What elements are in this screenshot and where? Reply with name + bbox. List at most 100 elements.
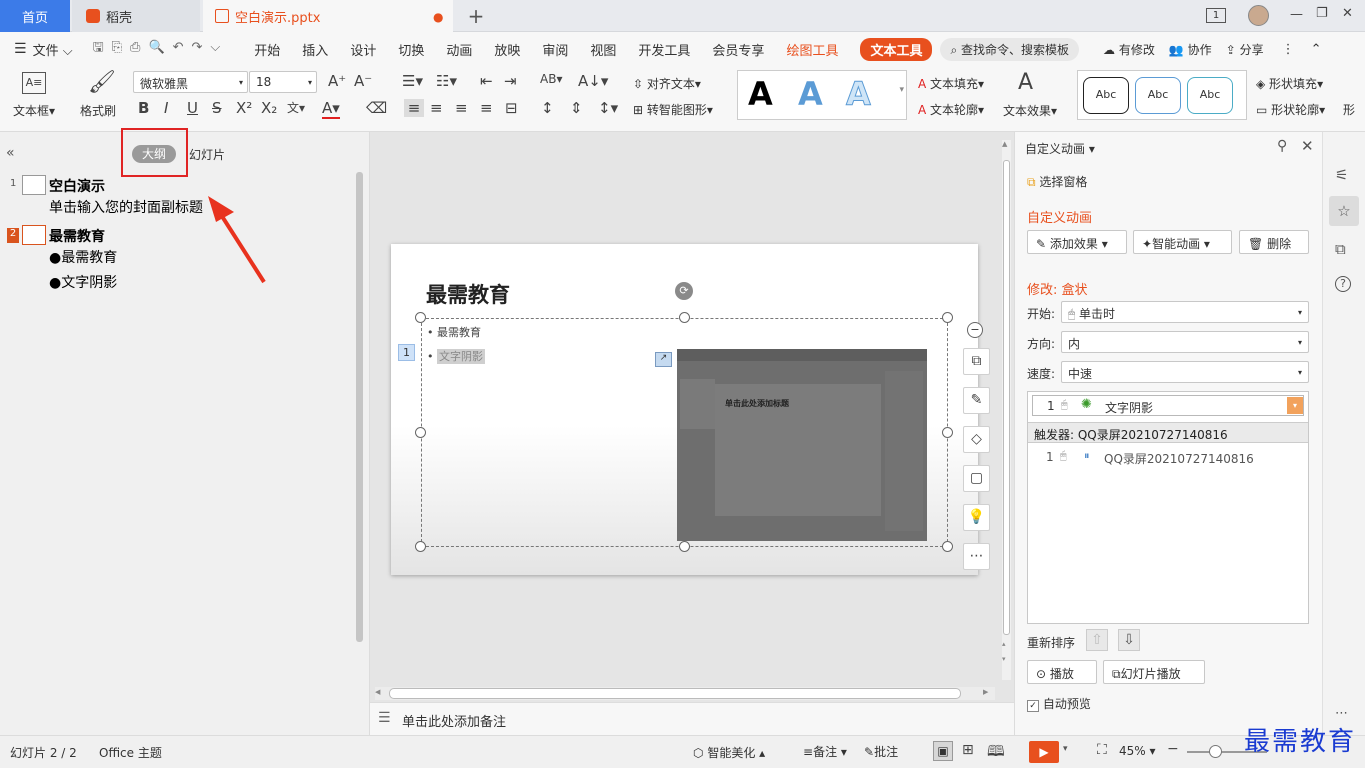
font-family-select[interactable]: 微软雅黑 ▾ [133,71,248,93]
user-avatar[interactable] [1248,5,1269,26]
zoom-level[interactable]: 45% ▾ [1119,744,1156,758]
rotate-handle-icon[interactable]: ⟳ [675,282,693,300]
edit-status[interactable]: ☁ 有修改 [1103,41,1155,58]
smart-beautify-button[interactable]: ⬡ 智能美化 ▴ [693,744,765,761]
item-dropdown-icon[interactable]: ▾ [1287,397,1303,414]
outline-item-2[interactable]: 2 最需教育 ●最需教育 ●文字阴影 [0,224,350,294]
shape-style-3[interactable]: Abc [1187,77,1233,114]
animation-star-icon[interactable]: ☆ [1329,196,1359,226]
animation-list[interactable]: 1 🖱 ✺ 文字阴影 ▾ 触发器: QQ录屏20210727140816 1 🖱… [1027,391,1309,624]
menu-drawing-tools[interactable]: 绘图工具 [786,40,838,59]
text-outline-button[interactable]: A 文本轮廓▾ [918,101,984,118]
wordart-style-black[interactable]: A [748,75,773,113]
delete-button[interactable]: 🗑 删除 [1239,230,1309,254]
resize-handle[interactable] [942,312,953,323]
spacing-dropdown-icon[interactable]: ↕▾ [598,99,618,117]
quick-access-icons[interactable]: 🖫⎘⎙🔍↶↷⌵ [93,38,229,60]
collab-button[interactable]: 👥 协作 [1169,41,1212,58]
menu-developer[interactable]: 开发工具 [638,40,690,59]
layers-icon[interactable]: ⧉ [963,348,990,375]
shape-outline-button[interactable]: ▭ 形状轮廓▾ [1256,101,1325,118]
restore-button[interactable]: ❐ [1316,6,1328,21]
animation-list-item[interactable]: 1 🖱 ✺ 文字阴影 ▾ [1032,395,1304,416]
bullet-list-icon[interactable]: ☰▾ [402,72,423,90]
italic-icon[interactable]: I [164,99,168,117]
shape-style-gallery[interactable]: Abc Abc Abc [1077,70,1247,120]
slideshow-button[interactable]: ⧉幻灯片播放 [1103,660,1205,684]
format-painter-label[interactable]: 格式刷 [80,102,116,119]
share-button[interactable]: ⇪ 分享 [1226,41,1264,58]
resize-handle[interactable] [415,312,426,323]
decrease-indent-icon[interactable]: ⇤ [480,72,493,90]
shape-style-2[interactable]: Abc [1135,77,1181,114]
resize-handle[interactable] [415,427,426,438]
menu-transition[interactable]: 切换 [398,40,424,59]
content-placeholder[interactable]: • 最需教育 • 文字阴影 单击此处添加标题 ↗ [421,318,948,547]
menu-slideshow[interactable]: 放映 [494,40,520,59]
horizontal-scrollbar[interactable]: ◀ ▶ [375,687,995,700]
smart-animation-button[interactable]: ✦智能动画 ▾ [1133,230,1232,254]
distribute-icon[interactable]: ⊟ [505,99,518,117]
superscript-icon[interactable]: X² [236,99,252,117]
scroll-next-icon[interactable]: ▾ [1002,655,1006,663]
hyperlink-icon[interactable]: ↗ [655,352,672,367]
tab-daoke[interactable]: 稻壳 [72,0,200,32]
menu-start[interactable]: 开始 [254,40,280,59]
notes-placeholder[interactable]: 单击此处添加备注 [402,711,506,730]
tab-slides[interactable]: 幻灯片 [189,146,225,163]
search-box[interactable]: ⌕ 查找命令、搜索模板 [940,37,1080,61]
tab-home[interactable]: 首页 [0,0,70,32]
align-text-button[interactable]: ⇳ 对齐文本▾ [633,75,701,92]
collapse-ribbon-icon[interactable]: ⌃ [1311,42,1322,57]
scroll-up-icon[interactable]: ▲ [1002,140,1007,148]
frame-icon[interactable]: ▢ [963,465,990,492]
select-pane-button[interactable]: ⧉ 选择窗格 [1027,173,1087,190]
gallery-scroll-icon[interactable]: ▾ [899,85,904,95]
grow-font-icon[interactable]: A⁺ [328,72,346,90]
menu-design[interactable]: 设计 [350,40,376,59]
notes-bar[interactable]: ☰ 单击此处添加备注 [370,702,1014,735]
menu-view[interactable]: 视图 [590,40,616,59]
pen-icon[interactable]: ✎ [963,387,990,414]
zoom-slider-thumb[interactable] [1209,745,1222,758]
paragraph-spacing-icon[interactable]: ⇕ [570,99,583,117]
window-count-badge[interactable]: 1 [1206,8,1226,23]
outline-scrollbar[interactable] [356,172,363,642]
menu-insert[interactable]: 插入 [302,40,328,59]
wordart-style-outline[interactable]: A [846,75,872,114]
menu-member[interactable]: 会员专享 [712,40,764,59]
smart-shape-button[interactable]: ⊞ 转智能图形▾ [633,101,713,118]
resize-handle[interactable] [942,541,953,552]
increase-indent-icon[interactable]: ⇥ [504,72,517,90]
slide[interactable]: 最需教育 ⟳ • 最需教育 • 文字阴影 单击此处添加标题 ↗ 1 [391,244,978,575]
embedded-video[interactable]: 单击此处添加标题 [677,349,927,541]
horizontal-scroll-thumb[interactable] [389,688,961,699]
shrink-font-icon[interactable]: A⁻ [354,72,372,90]
align-left-icon[interactable]: ≡ [404,99,424,117]
scroll-prev-icon[interactable]: ▴ [1002,640,1006,648]
scroll-left-icon[interactable]: ◀ [375,688,380,696]
shape-fill-button[interactable]: ◈ 形状填充▾ [1256,75,1323,92]
align-right-icon[interactable]: ≡ [455,99,468,117]
text-effect-button[interactable]: 文本效果▾ [1003,102,1057,119]
strikethrough-icon[interactable]: S [212,99,222,117]
move-up-icon[interactable]: ⇧ [1086,629,1108,651]
close-window-button[interactable]: ✕ [1342,6,1353,21]
menu-animation[interactable]: 动画 [446,40,472,59]
phonetic-icon[interactable]: 文▾ [287,99,305,116]
more-tools-icon[interactable]: ⋯ [963,543,990,570]
slide-title[interactable]: 最需教育 [426,279,510,309]
play-dropdown-icon[interactable]: ▾ [1063,744,1068,754]
help-icon[interactable]: ? [1335,276,1351,292]
scroll-right-icon[interactable]: ▶ [983,688,988,696]
resize-handle[interactable] [679,312,690,323]
more-side-icon[interactable]: ⋯ [1335,706,1348,721]
close-pane-icon[interactable]: ✕ [1301,137,1314,155]
hamburger-icon[interactable]: ☰ [14,41,27,57]
wordart-gallery[interactable]: A A A ▾ [737,70,907,120]
vertical-scrollbar[interactable]: ▲ ▴ ▾ [1002,140,1011,680]
speed-select[interactable]: 中速 ▾ [1061,361,1309,383]
font-color-icon[interactable]: A▾ [322,99,340,119]
settings-sliders-icon[interactable]: ⚟ [1335,166,1348,184]
trigger-list-item[interactable]: 1 🖱 ⏸ QQ录屏20210727140816 [1032,447,1304,468]
